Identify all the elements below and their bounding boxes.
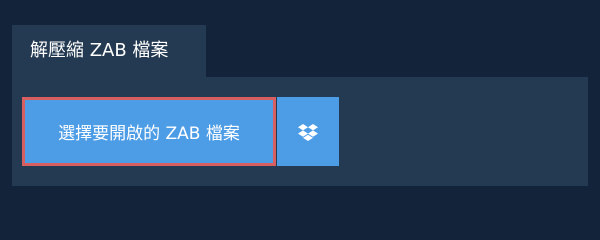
tab-label: 解壓縮 ZAB 檔案 [30, 40, 169, 61]
choose-file-button-label: 選擇要開啟的 ZAB 檔案 [58, 124, 240, 144]
tab-extract-zab[interactable]: 解壓縮 ZAB 檔案 [12, 25, 206, 77]
upload-panel: 選擇要開啟的 ZAB 檔案 [12, 77, 588, 186]
dropbox-icon [298, 123, 318, 141]
choose-file-button[interactable]: 選擇要開啟的 ZAB 檔案 [22, 97, 276, 166]
dropbox-button[interactable] [277, 97, 339, 166]
